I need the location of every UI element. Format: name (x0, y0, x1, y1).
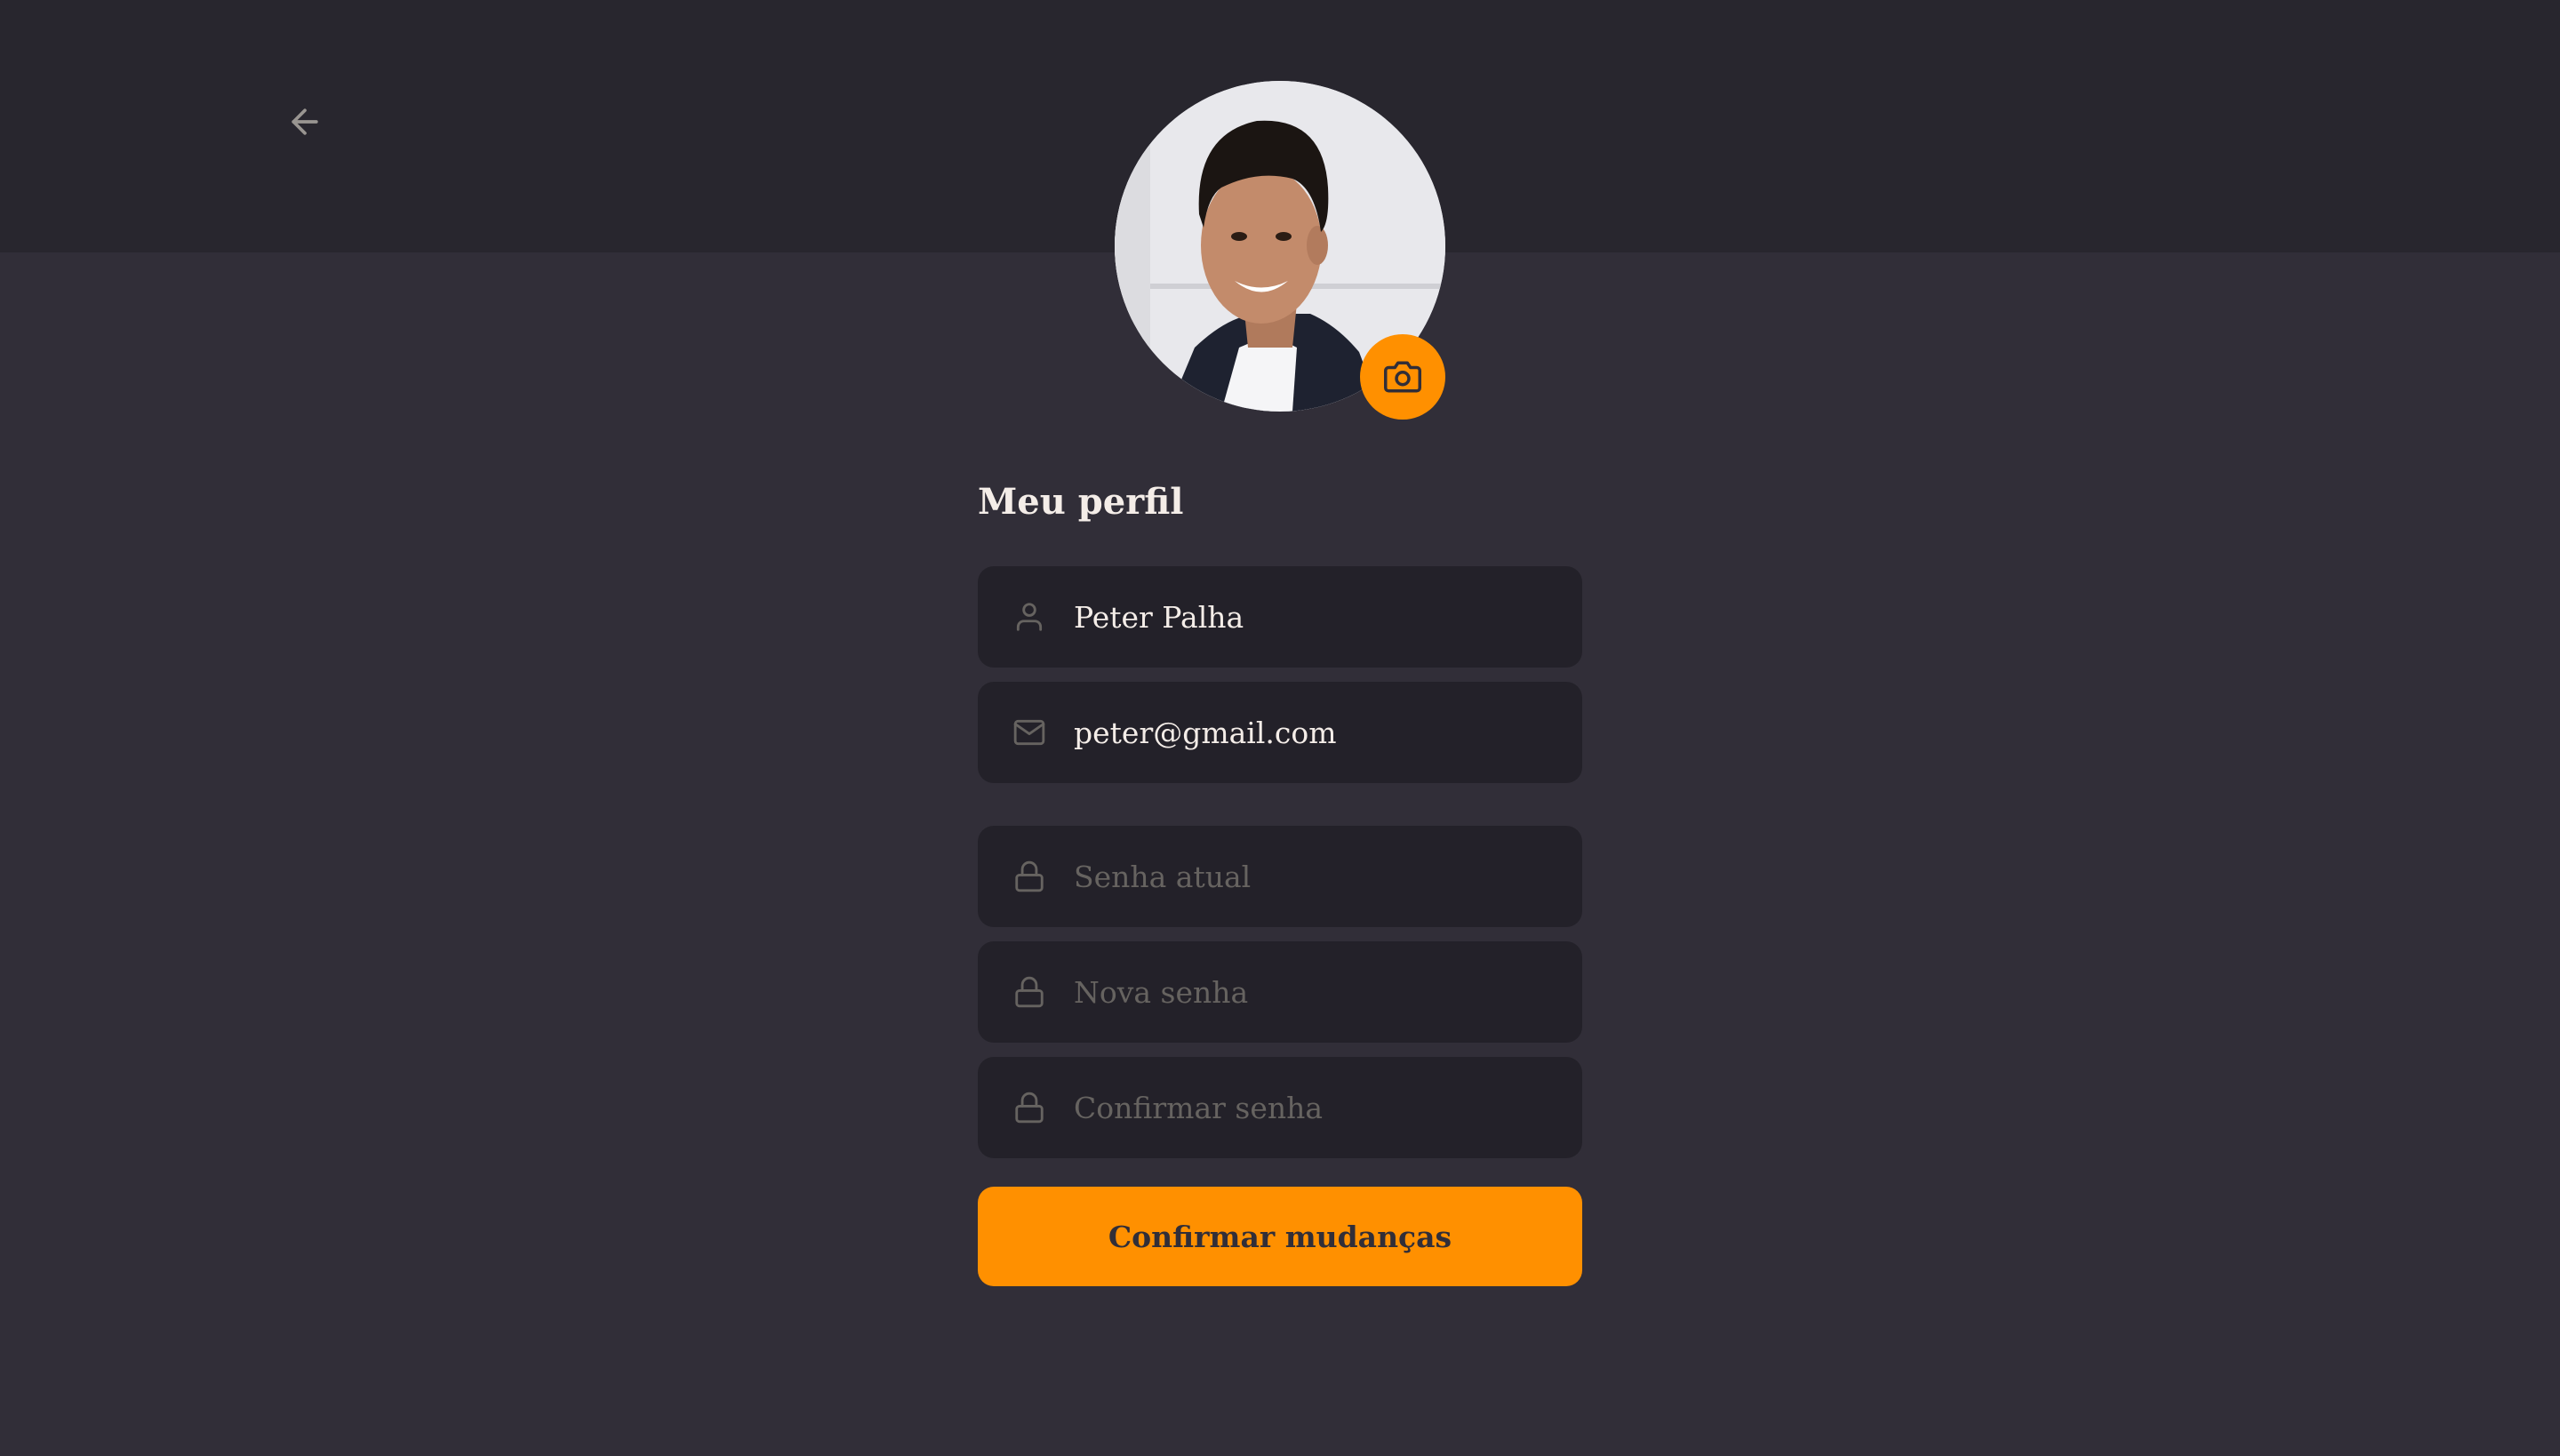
lock-icon (1012, 859, 1047, 894)
arrow-left-icon (292, 108, 318, 135)
name-value: Peter Palha (1074, 599, 1244, 635)
name-field[interactable]: Peter Palha (978, 566, 1582, 668)
profile-form: Meu perfil Peter Palha peter@gmail.com S… (978, 471, 1582, 1286)
avatar-container (1115, 81, 1445, 420)
new-password-placeholder: Nova senha (1074, 974, 1249, 1010)
confirm-password-placeholder: Confirmar senha (1074, 1090, 1324, 1125)
mail-icon (1012, 715, 1047, 750)
page-title: Meu perfil (978, 481, 1184, 523)
back-button[interactable] (283, 100, 327, 144)
lock-icon (1012, 1090, 1047, 1125)
email-field[interactable]: peter@gmail.com (978, 682, 1582, 783)
new-password-field[interactable]: Nova senha (978, 941, 1582, 1043)
lock-icon (1012, 974, 1047, 1010)
camera-icon (1384, 361, 1421, 393)
current-password-field[interactable]: Senha atual (978, 826, 1582, 927)
email-value: peter@gmail.com (1074, 715, 1337, 750)
user-icon (1012, 599, 1047, 635)
confirm-changes-button[interactable]: Confirmar mudanças (978, 1187, 1582, 1286)
confirm-password-field[interactable]: Confirmar senha (978, 1057, 1582, 1158)
change-avatar-button[interactable] (1360, 334, 1445, 420)
current-password-placeholder: Senha atual (1074, 859, 1252, 894)
